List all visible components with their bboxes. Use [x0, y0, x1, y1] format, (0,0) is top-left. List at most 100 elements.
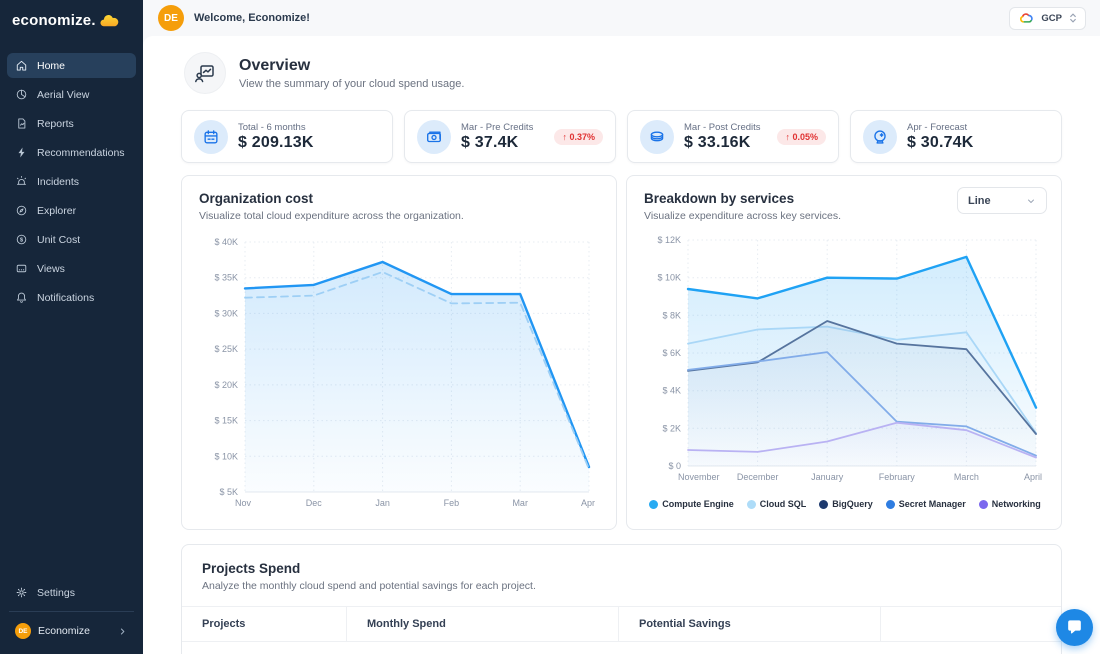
home-icon: [15, 59, 28, 72]
column-header-actions: [880, 607, 1061, 641]
legend-item-cloud-sql[interactable]: Cloud SQL: [747, 499, 807, 509]
sidebar-item-label: Home: [37, 60, 65, 72]
settings-label: Settings: [37, 587, 75, 599]
legend-label: Secret Manager: [899, 499, 966, 509]
svg-text:Mar: Mar: [512, 498, 528, 508]
services-legend: Compute Engine Cloud SQL BigQuery Secret Ma…: [644, 499, 1046, 509]
sidebar-item-reports[interactable]: Reports: [7, 111, 136, 136]
sidebar-item-label: Unit Cost: [37, 234, 80, 246]
sidebar-item-recommendations[interactable]: Recommendations: [7, 140, 136, 165]
org-label: Economize: [38, 625, 90, 637]
svg-text:February: February: [879, 472, 916, 482]
legend-label: Cloud SQL: [760, 499, 807, 509]
sidebar-item-label: Recommendations: [37, 147, 125, 159]
svg-text:$ 6K: $ 6K: [662, 348, 681, 358]
sidebar-item-views[interactable]: Views: [7, 256, 136, 281]
stat-value: $ 33.16K: [684, 134, 761, 152]
svg-text:March: March: [954, 472, 979, 482]
chevron-down-icon: [1026, 196, 1036, 206]
svg-text:April: April: [1024, 472, 1042, 482]
svg-text:December: December: [737, 472, 779, 482]
charts-row: Organization cost Visualize total cloud …: [181, 175, 1062, 530]
coin-icon: [640, 120, 674, 154]
stat-value: $ 209.13K: [238, 134, 314, 152]
views-icon: [15, 262, 28, 275]
stat-text: Mar - Post Credits$ 33.16K: [684, 122, 761, 152]
projects-spend-header: Projects Spend Analyze the monthly cloud…: [182, 561, 1061, 592]
table-row: sandbox $ 8.17K ↓ -12.73% $ 8 7 Recommen…: [182, 642, 1061, 654]
projects-spend-card: Projects Spend Analyze the monthly cloud…: [181, 544, 1062, 654]
chart-type-select[interactable]: Line: [957, 187, 1047, 214]
sidebar-item-settings[interactable]: Settings: [7, 580, 136, 605]
projects-spend-title: Projects Spend: [202, 561, 1041, 576]
sidebar-item-explorer[interactable]: Explorer: [7, 198, 136, 223]
legend-item-compute-engine[interactable]: Compute Engine: [649, 499, 734, 509]
sidebar-item-label: Aerial View: [37, 89, 89, 101]
svg-text:January: January: [811, 472, 844, 482]
incidents-icon: [15, 175, 28, 188]
stat-label: Apr - Forecast: [907, 122, 974, 133]
content: Overview View the summary of your cloud …: [143, 36, 1100, 654]
stat-label: Mar - Post Credits: [684, 122, 761, 133]
legend-item-secret-manager[interactable]: Secret Manager: [886, 499, 966, 509]
stat-text: Apr - Forecast$ 30.74K: [907, 122, 974, 152]
svg-text:$ 4K: $ 4K: [662, 386, 681, 396]
stat-card-total-6-months: Total - 6 months$ 209.13K: [181, 110, 393, 163]
column-header-projects: Projects: [182, 607, 346, 641]
organization-cost-title: Organization cost: [199, 191, 601, 206]
sidebar-nav: Home Aerial View Reports Recommendations Inc…: [0, 39, 143, 310]
sidebar-item-label: Incidents: [37, 176, 79, 188]
stat-text: Mar - Pre Credits$ 37.4K: [461, 122, 533, 152]
sidebar-item-label: Reports: [37, 118, 74, 130]
legend-dot: [886, 500, 895, 509]
line-chart-svg: $ 40K$ 35K$ 30K$ 25K$ 20K$ 15K$ 10K$ 5KN…: [199, 228, 599, 518]
legend-dot: [979, 500, 988, 509]
stat-card-mar-pre-credits: Mar - Pre Credits$ 37.4K ↑ 0.37%: [404, 110, 616, 163]
org-avatar: DE: [15, 623, 31, 639]
reports-icon: [15, 117, 28, 130]
svg-text:November: November: [678, 472, 720, 482]
overview-icon: [184, 52, 226, 94]
brand-logo[interactable]: economize.: [0, 0, 143, 39]
notifications-icon: [15, 291, 28, 304]
svg-text:$: $: [20, 238, 24, 244]
sidebar-item-incidents[interactable]: Incidents: [7, 169, 136, 194]
legend-item-networking[interactable]: Networking: [979, 499, 1041, 509]
main-area: DE Welcome, Economize! GCP Overview View…: [143, 0, 1100, 654]
brand-cloud-icon: [99, 14, 119, 28]
user-avatar[interactable]: DE: [158, 5, 184, 31]
sidebar-item-label: Views: [37, 263, 65, 275]
svg-text:$ 2K: $ 2K: [662, 423, 681, 433]
legend-item-bigquery[interactable]: BigQuery: [819, 499, 873, 509]
sidebar: economize. Home Aerial View Reports Recomme…: [0, 0, 143, 654]
topbar: DE Welcome, Economize! GCP: [143, 0, 1100, 36]
stat-change-badge: ↑ 0.37%: [554, 129, 603, 145]
svg-text:$ 10K: $ 10K: [657, 273, 681, 283]
svg-text:$ 30K: $ 30K: [214, 308, 238, 318]
welcome-text: Welcome, Economize!: [194, 12, 310, 24]
svg-text:Dec: Dec: [306, 498, 323, 508]
stat-label: Total - 6 months: [238, 122, 314, 133]
svg-text:$ 5K: $ 5K: [219, 487, 238, 497]
legend-label: Compute Engine: [662, 499, 734, 509]
projects-table-header: Projects Monthly Spend Potential Savings: [182, 606, 1061, 642]
overview-header: Overview View the summary of your cloud …: [184, 52, 1062, 94]
sidebar-item-notifications[interactable]: Notifications: [7, 285, 136, 310]
svg-text:$ 10K: $ 10K: [214, 451, 238, 461]
services-breakdown-chart: $ 12K$ 10K$ 8K$ 6K$ 4K$ 2K$ 0NovemberDec…: [644, 228, 1046, 495]
legend-label: BigQuery: [832, 499, 873, 509]
stat-text: Total - 6 months$ 209.13K: [238, 122, 314, 152]
sidebar-item-aerial-view[interactable]: Aerial View: [7, 82, 136, 107]
legend-label: Networking: [992, 499, 1041, 509]
chat-widget-button[interactable]: [1056, 609, 1093, 646]
legend-dot: [649, 500, 658, 509]
page-subtitle: View the summary of your cloud spend usa…: [239, 78, 464, 90]
sidebar-item-home[interactable]: Home: [7, 53, 136, 78]
sidebar-divider: [9, 611, 134, 612]
provider-select[interactable]: GCP: [1009, 7, 1086, 30]
sidebar-org-switcher[interactable]: DE Economize: [7, 618, 136, 644]
sidebar-item-unit-cost[interactable]: $ Unit Cost: [7, 227, 136, 252]
svg-text:Feb: Feb: [444, 498, 460, 508]
chevron-right-icon: [117, 626, 128, 637]
calendar-icon: [194, 120, 228, 154]
